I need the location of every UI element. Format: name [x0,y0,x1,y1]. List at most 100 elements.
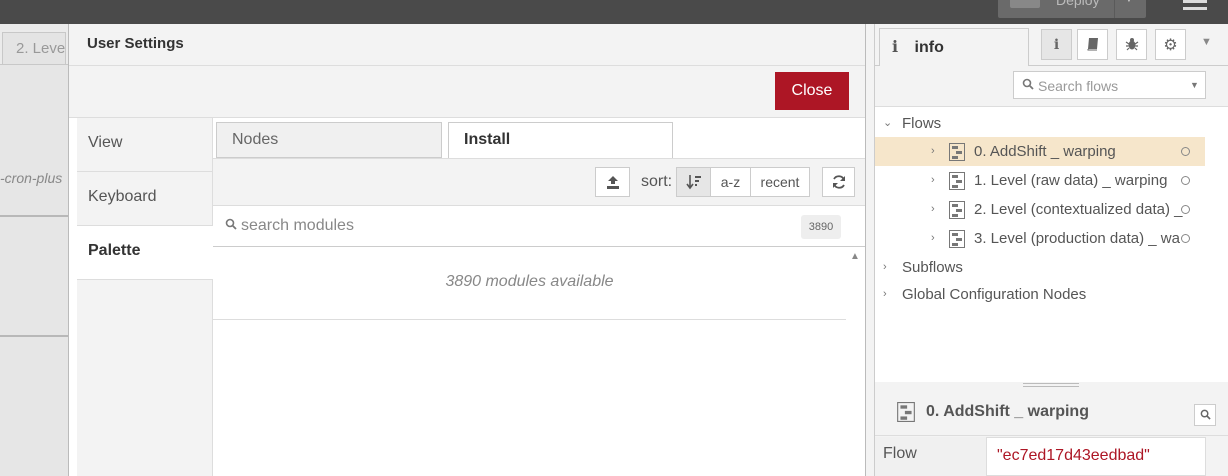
chevron-down-icon[interactable]: ⌄ [883,109,892,138]
sidebar-splitter[interactable] [875,382,1228,390]
palette-panel: Nodes Install sort: a-z recent search mo… [213,118,865,476]
workspace-canvas[interactable] [0,64,68,476]
tree-row-global-config[interactable]: › Global Configuration Nodes [875,280,1205,309]
book-icon [1087,38,1098,51]
flow-properties: 0. AddShift _ warping Flow "ec7ed17d43ee… [875,390,1228,476]
sidebar-separator[interactable] [866,24,874,476]
flow-icon [949,230,965,248]
dialog-title: User Settings [69,24,865,66]
flow-search-input[interactable] [1038,76,1178,96]
tree-row-flow[interactable]: › 2. Level (contextualized data) _ [875,195,1205,224]
sidebar-info-button[interactable]: i [1041,29,1072,60]
sidebar-config-button[interactable]: ⚙ [1155,29,1186,60]
chevron-right-icon[interactable]: › [883,280,887,309]
tree-row-flow[interactable]: › 3. Level (production data) _ wa [875,224,1205,253]
sidebar-debug-button[interactable] [1116,29,1147,60]
gear-icon: ⚙ [1163,35,1178,54]
modules-available-text: 3890 modules available [213,247,846,320]
nav-item-palette[interactable]: Palette [77,226,214,280]
deploy-separator [1114,0,1115,18]
module-search-row: 3890 [213,206,865,247]
search-icon [1022,78,1034,90]
flow-icon [949,201,965,219]
sort-relevance-button[interactable] [676,167,711,197]
sort-az-button[interactable]: a-z [710,167,751,197]
chevron-right-icon[interactable]: › [931,137,935,166]
chevron-right-icon[interactable]: › [931,224,935,253]
status-dot [1181,234,1190,243]
deploy-caret-icon[interactable]: ▼ [1124,0,1134,5]
flow-tree: ⌄ Flows › 0. AddShift _ warping › 1. Lev… [875,106,1228,384]
reveal-flow-button[interactable] [1194,404,1216,426]
tree-label: 0. AddShift _ warping [974,143,1116,160]
chevron-right-icon[interactable]: › [931,195,935,224]
property-value: "ec7ed17d43eedbad" [986,437,1206,476]
deploy-button[interactable]: Deploy ▼ [998,0,1146,18]
wire [0,335,68,337]
refresh-button[interactable] [822,167,855,197]
tree-label: Global Configuration Nodes [902,286,1087,303]
bug-icon [1125,38,1138,51]
chevron-right-icon[interactable]: › [931,166,935,195]
tree-row-subflows[interactable]: › Subflows [875,253,1205,282]
palette-toolbar: sort: a-z recent [213,158,865,206]
palette-tabs: Nodes Install [213,118,865,159]
status-dot [1181,205,1190,214]
refresh-icon [832,175,845,189]
splitter-grip[interactable] [1023,383,1079,387]
deploy-label: Deploy [1056,0,1100,8]
module-count-badge: 3890 [801,215,841,239]
tab-install[interactable]: Install [448,122,673,159]
status-dot [1181,176,1190,185]
flow-search[interactable]: ▼ [1013,71,1206,99]
tree-row-flow[interactable]: › 1. Level (raw data) _ warping [875,166,1205,195]
sidebar-help-button[interactable] [1077,29,1108,60]
flow-search-caret-icon[interactable]: ▼ [1190,80,1199,90]
upload-button[interactable] [595,167,630,197]
dialog-button-bar: Close [69,66,865,118]
upload-icon [606,176,619,189]
tree-label: 3. Level (production data) _ wa [974,230,1180,247]
tree-label: Subflows [902,259,963,276]
tree-label: 1. Level (raw data) _ warping [974,172,1168,189]
scroll-up-icon[interactable]: ▲ [850,251,860,262]
nav-item-view[interactable]: View [77,118,213,172]
flow-search-row: ▼ [875,66,1228,106]
close-button[interactable]: Close [775,72,849,110]
flow-icon [949,143,965,161]
tree-row-flows[interactable]: ⌄ Flows [875,109,1205,138]
node-label: -cron-plus [0,170,63,186]
flow-icon [949,172,965,190]
status-dot [1181,147,1190,156]
module-results: 3890 modules available [213,247,846,476]
sidebar-tabs: i info i ⚙ ▼ [875,24,1228,67]
tree-label: Flows [902,115,942,132]
tree-label: 2. Level (contextualized data) _ [974,201,1183,218]
sort-relevance-icon [685,175,701,190]
sort-recent-button[interactable]: recent [750,167,810,197]
info-icon: i [1053,37,1060,53]
tab-info-label: info [914,39,944,56]
settings-nav: View Keyboard Palette [77,118,214,476]
header-bar: Deploy ▼ [0,0,1228,24]
chevron-right-icon[interactable]: › [883,253,887,282]
sort-label: sort: [641,173,673,190]
search-icon [225,218,237,230]
flow-icon [897,402,915,422]
search-modules-input[interactable] [241,214,781,238]
workspace: 2. Leve -cron-plus [0,24,68,476]
tree-row-flow[interactable]: › 0. AddShift _ warping [875,137,1205,166]
deploy-icon [1010,0,1040,8]
menu-icon[interactable] [1183,0,1207,16]
tab-nodes[interactable]: Nodes [216,122,442,158]
workspace-tab[interactable]: 2. Leve [2,32,66,66]
property-label: Flow [875,437,986,476]
user-settings-dialog: User Settings Close View Keyboard Palett… [68,24,866,476]
tab-info[interactable]: i info [879,28,1029,67]
info-icon: i [892,37,899,56]
nav-item-keyboard[interactable]: Keyboard [77,172,213,226]
sidebar: i info i ⚙ ▼ Search flows ▼ ⌄ Flows › 0.… [874,24,1228,476]
selected-flow-name: 0. AddShift _ warping [926,403,1089,420]
sidebar-tabs-caret-icon[interactable]: ▼ [1201,36,1212,48]
selected-flow-header: 0. AddShift _ warping [875,390,1228,436]
